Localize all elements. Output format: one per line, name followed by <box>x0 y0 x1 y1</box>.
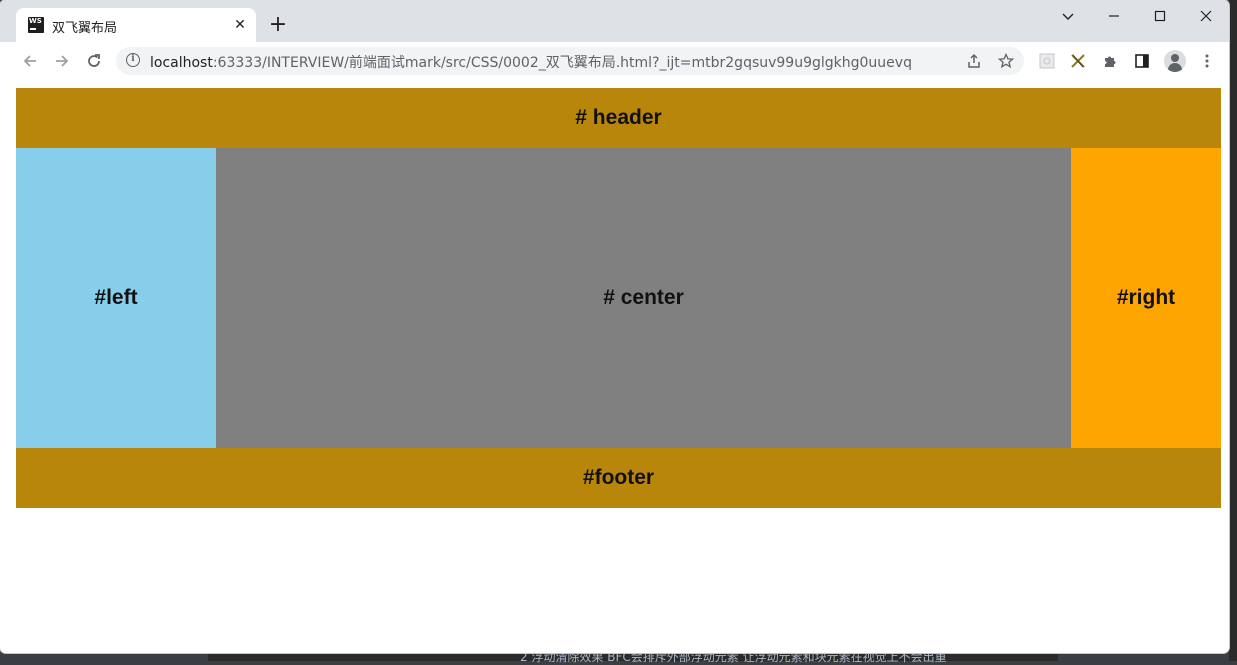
url-text: localhost:63333/INTERVIEW/前端面试mark/src/C… <box>150 55 912 71</box>
more-vert-icon[interactable] <box>1197 51 1217 71</box>
x-extension-icon[interactable] <box>1068 51 1088 71</box>
page-content: # header #left # center #right #footer <box>0 80 1229 653</box>
side-panel-icon[interactable] <box>1132 51 1152 71</box>
browser-toolbar: i localhost:63333/INTERVIEW/前端面试mark/src… <box>0 42 1229 81</box>
tab-title: 双飞翼布局 <box>52 21 118 36</box>
tab-strip: WS 双飞翼布局 ✕ + <box>0 0 1229 42</box>
address-bar[interactable]: i localhost:63333/INTERVIEW/前端面试mark/src… <box>116 47 1024 75</box>
browser-window: WS 双飞翼布局 ✕ + i localhost:63333/INTERVIEW… <box>0 0 1229 653</box>
share-icon[interactable] <box>964 51 984 71</box>
forward-arrow-icon[interactable] <box>50 49 74 73</box>
footer-section: #footer <box>16 448 1221 508</box>
desktop-background-right <box>1229 0 1237 661</box>
webstorm-favicon-icon: WS <box>28 17 44 33</box>
maximize-button[interactable] <box>1145 6 1175 26</box>
new-tab-button[interactable]: + <box>266 13 290 37</box>
close-window-button[interactable] <box>1191 6 1221 26</box>
header-section: # header <box>16 88 1221 148</box>
info-icon[interactable]: i <box>126 53 140 67</box>
tab-close-icon[interactable]: ✕ <box>232 17 248 33</box>
back-arrow-icon[interactable] <box>18 49 42 73</box>
minimize-button[interactable] <box>1099 6 1129 26</box>
tab-search-chevron-down-icon[interactable] <box>1053 6 1083 26</box>
reload-icon[interactable] <box>82 49 106 73</box>
browser-tab[interactable]: WS 双飞翼布局 ✕ <box>16 8 256 42</box>
right-section: #right <box>1071 148 1221 448</box>
extension-icon[interactable] <box>1037 51 1057 71</box>
left-section: #left <box>16 148 216 448</box>
puzzle-icon[interactable] <box>1100 51 1120 71</box>
profile-avatar[interactable] <box>1164 50 1186 72</box>
center-section: # center <box>216 148 1071 448</box>
bookmark-star-icon[interactable] <box>996 51 1016 71</box>
